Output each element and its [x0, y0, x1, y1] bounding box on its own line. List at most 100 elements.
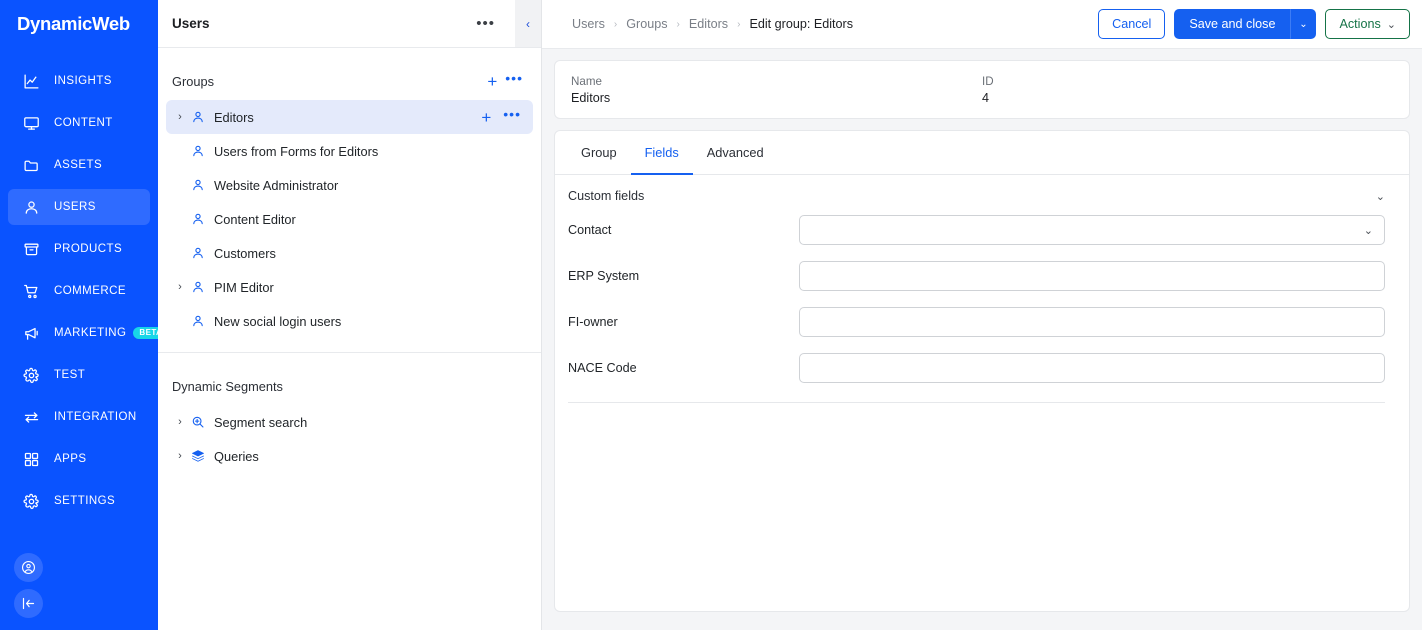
group-tree-item-label: Website Administrator — [214, 177, 339, 193]
groups-more-icon[interactable]: ••• — [501, 71, 527, 85]
nav-item-integration[interactable]: INTEGRATION — [8, 399, 150, 435]
group-tree-item[interactable]: › Editors + ••• — [166, 100, 533, 134]
nav-item-test[interactable]: TEST — [8, 357, 150, 393]
field-rows: Contact ⌄ ERP System FI-owner NACE Code — [568, 207, 1385, 391]
brand-logo[interactable]: DynamicWeb — [0, 0, 158, 48]
actions-button[interactable]: Actions ⌄ — [1325, 9, 1410, 39]
user-group-icon — [188, 178, 208, 192]
group-tree-item[interactable]: Customers — [166, 236, 533, 270]
nav-item-list: INSIGHTS CONTENT ASSETS USERS PRODUCTS COMMER… — [0, 60, 169, 522]
breadcrumb-separator: › — [737, 18, 741, 30]
gear-icon — [22, 492, 40, 510]
tab-fields[interactable]: Fields — [630, 131, 693, 175]
name-label: Name — [571, 75, 602, 88]
save-chevron-down-icon[interactable]: ⌄ — [1290, 9, 1317, 39]
nav-item-label: USERS — [54, 201, 96, 213]
group-tree-item-label: Editors — [214, 109, 254, 125]
breadcrumb-item[interactable]: Editors — [689, 17, 728, 31]
group-tree-item[interactable]: New social login users — [166, 304, 533, 338]
custom-fields-chevron-down-icon[interactable]: ⌄ — [1376, 190, 1385, 203]
nav-item-label: SETTINGS — [54, 495, 116, 507]
box-icon — [22, 240, 40, 258]
actions-chevron-down-icon: ⌄ — [1386, 18, 1396, 31]
nav-item-assets[interactable]: ASSETS — [8, 147, 150, 183]
expand-chevron-right-icon[interactable]: › — [172, 416, 188, 428]
nav-item-content[interactable]: CONTENT — [8, 105, 150, 141]
group-tree-item-label: PIM Editor — [214, 279, 274, 295]
group-row-actions: + ••• — [477, 100, 525, 134]
group-tree-item[interactable]: › PIM Editor — [166, 270, 533, 304]
search-zoom-icon — [188, 415, 208, 429]
id-label: ID — [982, 75, 994, 88]
nav-item-apps[interactable]: APPS — [8, 441, 150, 477]
nav-item-label: COMMERCE — [54, 285, 126, 297]
field-label-contact: Contact — [568, 223, 612, 237]
nav-item-users[interactable]: USERS — [8, 189, 150, 225]
panel-collapse-icon[interactable]: ‹ — [515, 0, 541, 47]
cancel-button[interactable]: Cancel — [1098, 9, 1166, 39]
main-area: Users › Groups › Editors › Edit group: Editors… — [542, 0, 1422, 630]
group-tree-item[interactable]: Users from Forms for Editors — [166, 134, 533, 168]
tab-group[interactable]: Group — [567, 131, 631, 175]
fi-owner-input[interactable] — [799, 307, 1385, 337]
monitor-icon — [22, 114, 40, 132]
field-row: Contact ⌄ — [568, 207, 1385, 253]
group-tree-item[interactable]: Website Administrator — [166, 168, 533, 202]
grid-icon — [22, 450, 40, 468]
breadcrumb-item[interactable]: Users — [572, 17, 605, 31]
custom-fields-title: Custom fields — [568, 189, 645, 203]
groups-panel: Users ••• ‹ Groups + ••• › Editors + ••• Use… — [158, 0, 542, 630]
breadcrumb-item[interactable]: Groups — [626, 17, 667, 31]
breadcrumb: Users › Groups › Editors › Edit group: Editors — [572, 17, 1098, 31]
expand-chevron-right-icon[interactable]: › — [172, 111, 188, 123]
erp-system-input[interactable] — [799, 261, 1385, 291]
nav-item-products[interactable]: PRODUCTS — [8, 231, 150, 267]
nav-item-marketing[interactable]: MARKETING BETA — [8, 315, 169, 351]
collapse-left-icon-button[interactable] — [14, 589, 43, 618]
name-value: Editors — [571, 91, 611, 105]
cart-icon — [22, 282, 40, 300]
nav-item-settings[interactable]: SETTINGS — [8, 483, 150, 519]
contact-select[interactable]: ⌄ — [799, 215, 1385, 245]
primary-navigation: DynamicWeb INSIGHTS CONTENT ASSETS USERS PRO… — [0, 0, 169, 630]
top-toolbar: Users › Groups › Editors › Edit group: Editors… — [542, 0, 1422, 49]
segments-section-title: Dynamic Segments — [172, 378, 283, 394]
nav-item-label: CONTENT — [54, 117, 113, 129]
custom-fields-group-header[interactable]: Custom fields ⌄ — [568, 189, 1385, 203]
nav-item-label: MARKETING — [54, 327, 127, 339]
tab-advanced[interactable]: Advanced — [693, 131, 778, 175]
nav-bottom-actions — [14, 553, 43, 618]
content-area: Name Editors ID 4 Group Fields Advanced Cu… — [542, 49, 1422, 630]
user-group-icon — [188, 144, 208, 158]
group-row-more-icon[interactable]: ••• — [499, 107, 525, 121]
id-field-block: ID 4 — [982, 75, 1393, 105]
nav-item-insights[interactable]: INSIGHTS — [8, 63, 150, 99]
segment-tree-item[interactable]: › Segment search — [166, 405, 533, 439]
layers-icon — [188, 449, 208, 463]
toolbar-buttons: Cancel Save and close ⌄ Actions ⌄ — [1098, 9, 1410, 39]
expand-chevron-right-icon[interactable]: › — [172, 450, 188, 462]
nace-code-input[interactable] — [799, 353, 1385, 383]
chevron-down-icon: ⌄ — [1363, 224, 1373, 237]
name-field-block: Name Editors — [571, 75, 982, 105]
group-tree-item[interactable]: Content Editor — [166, 202, 533, 236]
breadcrumb-separator: › — [676, 18, 680, 30]
field-row: NACE Code — [568, 345, 1385, 391]
segment-tree-item[interactable]: › Queries — [166, 439, 533, 473]
actions-button-label: Actions — [1339, 17, 1381, 31]
account-circle-icon-button[interactable] — [14, 553, 43, 582]
segment-tree-item-label: Queries — [214, 448, 259, 464]
user-icon — [22, 198, 40, 216]
nav-item-commerce[interactable]: COMMERCE — [8, 273, 150, 309]
add-group-icon[interactable]: + — [483, 73, 501, 90]
id-value: 4 — [982, 91, 990, 105]
groups-section-title: Groups — [172, 73, 214, 89]
chart-icon — [22, 72, 40, 90]
segments-section-header: Dynamic Segments — [158, 367, 541, 405]
panel-more-icon[interactable]: ••• — [476, 16, 495, 31]
add-subgroup-icon[interactable]: + — [477, 109, 495, 126]
group-tree-item-label: Content Editor — [214, 211, 296, 227]
nav-item-label: APPS — [54, 453, 87, 465]
save-and-close-button[interactable]: Save and close — [1174, 9, 1291, 39]
expand-chevron-right-icon[interactable]: › — [172, 281, 188, 293]
